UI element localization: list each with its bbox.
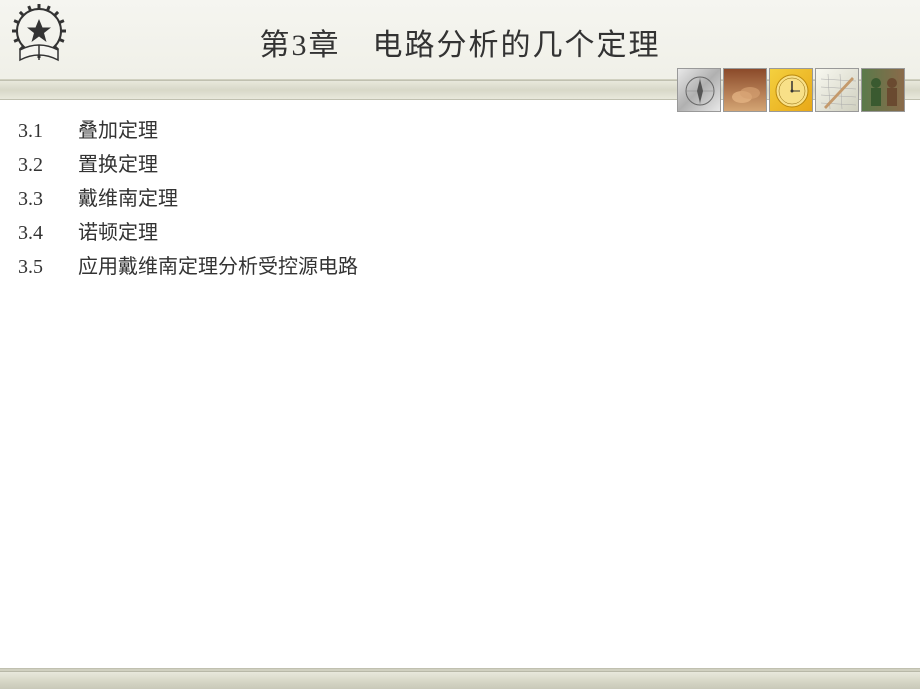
- toc-item: 3.4诺顿定理: [18, 217, 902, 249]
- toc-item: 3.5应用戴维南定理分析受控源电路: [18, 251, 902, 283]
- page-title: 第3章 电路分析的几个定理: [0, 20, 920, 64]
- toc-item: 3.2置换定理: [18, 149, 902, 181]
- toc-item: 3.3戴维南定理: [18, 183, 902, 215]
- toc-title: 置换定理: [78, 154, 158, 176]
- drawing-thumb: [815, 68, 859, 112]
- title-bar: 第3章 电路分析的几个定理: [0, 0, 920, 64]
- compass-thumb: [677, 68, 721, 112]
- clock-thumb: [769, 68, 813, 112]
- people-thumb: [861, 68, 905, 112]
- toc-item: 3.1叠加定理: [18, 115, 902, 147]
- toc-number: 3.1: [18, 115, 78, 147]
- content-area: 3.1叠加定理 3.2置换定理 3.3戴维南定理 3.4诺顿定理 3.5应用戴维…: [18, 115, 902, 285]
- toc-list: 3.1叠加定理 3.2置换定理 3.3戴维南定理 3.4诺顿定理 3.5应用戴维…: [18, 115, 902, 283]
- thumbnail-strip: [677, 68, 905, 112]
- toc-title: 戴维南定理: [78, 188, 178, 210]
- toc-number: 3.5: [18, 251, 78, 283]
- toc-title: 叠加定理: [78, 120, 158, 142]
- footer-bar: [0, 671, 920, 689]
- toc-title: 应用戴维南定理分析受控源电路: [78, 256, 358, 278]
- toc-number: 3.3: [18, 183, 78, 215]
- toc-number: 3.2: [18, 149, 78, 181]
- hands-thumb: [723, 68, 767, 112]
- toc-title: 诺顿定理: [78, 222, 158, 244]
- logo-badge: [8, 2, 70, 64]
- toc-number: 3.4: [18, 217, 78, 249]
